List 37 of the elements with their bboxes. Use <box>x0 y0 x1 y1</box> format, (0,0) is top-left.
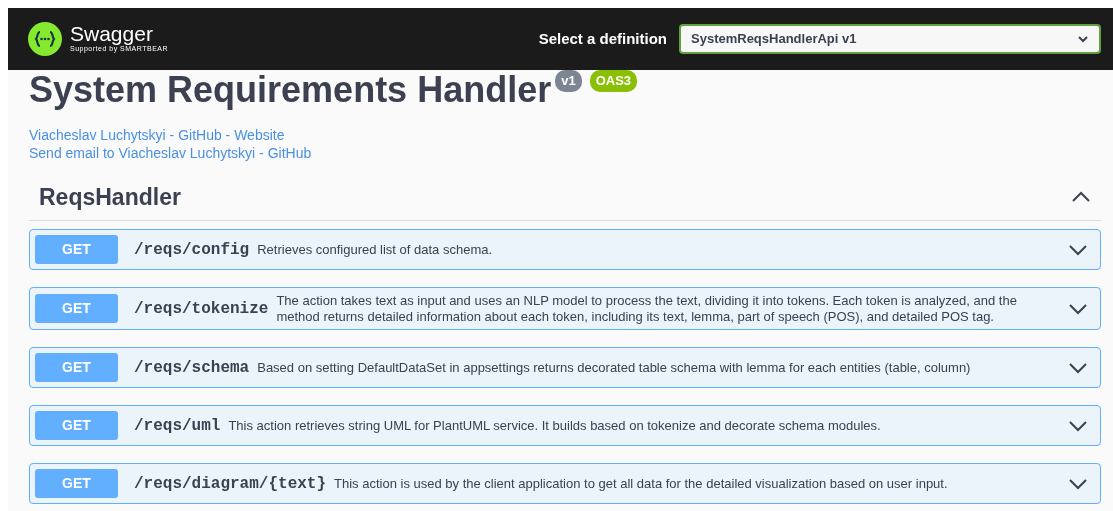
contact-link[interactable]: Send email to Viacheslav Luchytskyi - GitHub <box>29 143 1101 162</box>
operation-bar[interactable] <box>29 287 1101 331</box>
operation-bar[interactable]: GET /reqs/schema Based on setting DefaultDataSet in appsettings returns decorated table schema with lemma for each entities (table, column) <box>29 347 1101 389</box>
operation-bar[interactable]: GET /reqs/diagram/{text} This action is used by the client application to get all data for the detailed visualization based on user input. <box>29 463 1101 505</box>
method-button[interactable]: GET <box>35 353 118 383</box>
chevron-icon[interactable] <box>1068 477 1088 490</box>
section-title: ReqsHandler <box>39 182 181 212</box>
chevron-icon[interactable] <box>1068 361 1088 374</box>
endpoint-path: /reqs/schema <box>134 357 250 379</box>
method-button[interactable]: GET <box>35 235 118 265</box>
contact-link[interactable]: Viacheslav Luchytskyi - GitHub - Website <box>29 125 1101 144</box>
endpoint-summary: Retrieves configured list of data schema. <box>257 241 494 258</box>
endpoint-summary: The action takes text as input and uses an NLP model to process the text, dividing it into tokens. Each token is analyzed, and the method returns detailed information about each token, including its text, lemma, part of speech (POS), and detailed POS tag. <box>276 293 1018 325</box>
endpoint-summary: Based on setting DefaultDataSet in appsettings returns decorated table schema with lemma for each entities (table, column) <box>257 360 972 376</box>
chevron-icon[interactable] <box>1068 243 1088 256</box>
operation-bar[interactable]: GET /reqs/uml This action retrieves string UML for PlantUML service. It builds based on tokenize and decorate schema modules. <box>29 405 1101 447</box>
spec-badge: OAS3 <box>589 70 638 92</box>
method-button[interactable]: GET <box>35 469 118 499</box>
swagger-logo-icon <box>28 22 62 56</box>
endpoint-path: /reqs/diagram/{text} <box>134 473 327 495</box>
definition-label: Select a definition <box>538 28 667 49</box>
endpoint-path: /reqs/config <box>134 239 250 261</box>
chevron-icon[interactable] <box>1068 419 1088 432</box>
endpoint-path: /reqs/tokenize <box>134 298 269 320</box>
definition-select[interactable]: SystemReqsHandlerApi v1 <box>679 24 1101 54</box>
api-title: System Requirements Handler <box>29 70 552 110</box>
logo-text: Swagger <box>70 23 154 45</box>
operation-bar[interactable]: GET /reqs/config Retrieves configured list of data schema. <box>29 229 1101 271</box>
endpoint-summary: This action retrieves string UML for PlantUML service. It builds based on tokenize and decorate schema modules. <box>228 418 882 434</box>
method-button[interactable]: GET <box>35 411 118 441</box>
version-badge: v1 <box>555 70 582 92</box>
endpoint-summary: This action is used by the client application to get all data for the detailed visualization based on user input. <box>334 476 949 492</box>
endpoint-path: /reqs/uml <box>134 415 221 437</box>
chevron-icon[interactable] <box>1068 302 1088 315</box>
caret-icon <box>1077 35 1089 43</box>
method-button[interactable]: GET <box>35 294 118 324</box>
chevron-icon[interactable] <box>1071 190 1091 203</box>
